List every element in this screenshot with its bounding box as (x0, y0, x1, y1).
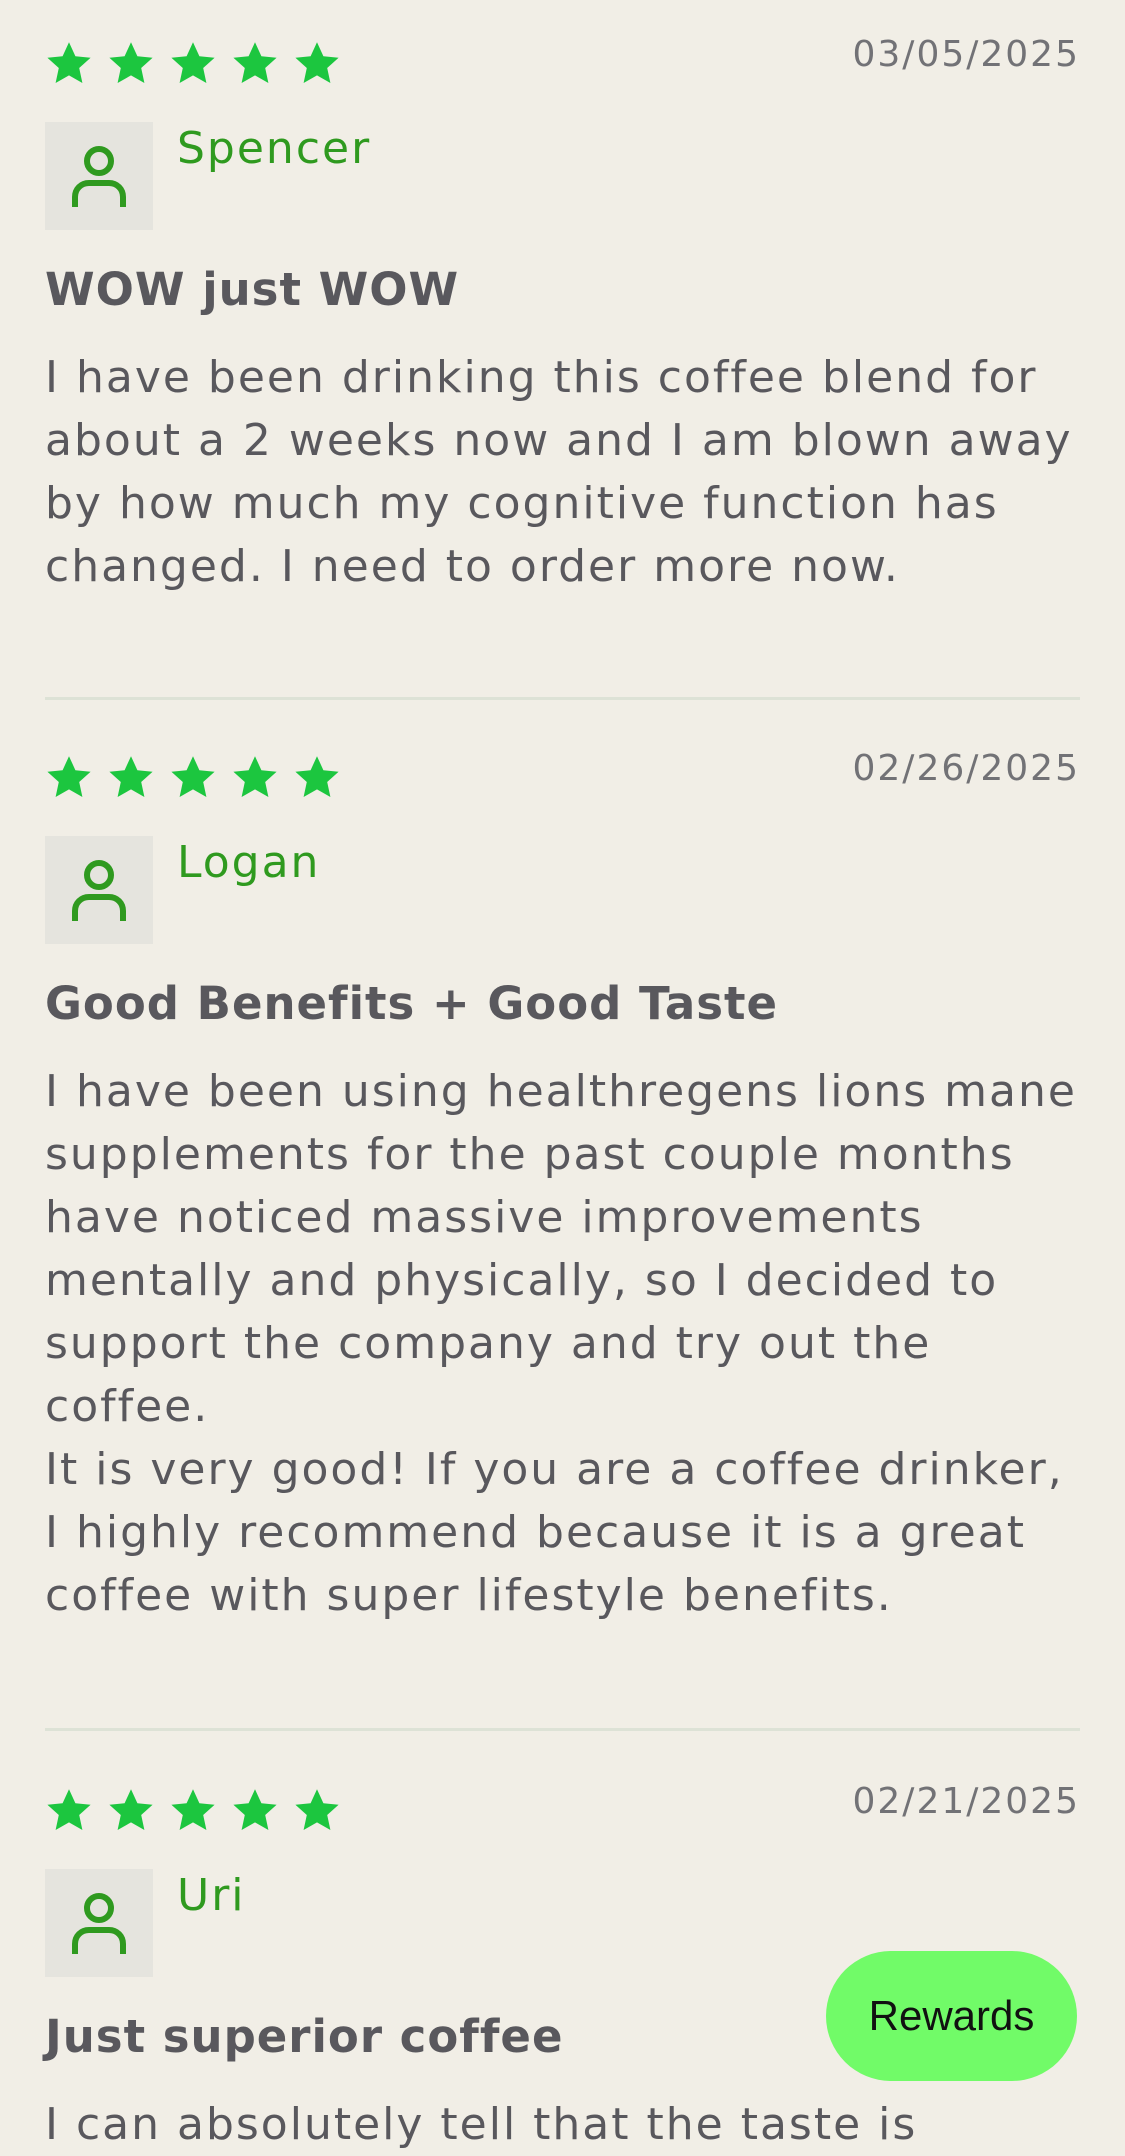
review-body: I have been using healthregens lions man… (45, 1060, 1085, 1627)
star-icon (107, 755, 155, 801)
review-author: Uri (177, 1870, 246, 1921)
review-title: Just superior coffee (45, 2010, 564, 2063)
review-paragraph: I have been using healthregens lions man… (45, 1066, 1077, 1432)
review-paragraph: I have been drinking this coffee blend f… (45, 352, 1073, 592)
star-rating (45, 1788, 341, 1834)
star-icon (45, 755, 93, 801)
star-icon (169, 755, 217, 801)
review-date: 02/26/2025 (852, 748, 1080, 789)
review-item: 02/26/2025 Logan Good Benefits + Good Ta… (45, 700, 1080, 1731)
avatar (45, 836, 153, 944)
review-date: 03/05/2025 (852, 34, 1080, 75)
star-rating (45, 41, 341, 87)
avatar (45, 1869, 153, 1977)
star-icon (107, 41, 155, 87)
star-icon (231, 755, 279, 801)
review-body: I can absolutely tell that the taste is (45, 2093, 1085, 2156)
review-author: Spencer (177, 123, 372, 174)
review-item: 02/21/2025 Uri Just superior coffee I ca… (45, 1731, 1080, 2150)
review-title: Good Benefits + Good Taste (45, 977, 779, 1030)
reviews-list: 03/05/2025 Spencer WOW just WOW I have b… (45, 0, 1080, 2150)
star-icon (231, 41, 279, 87)
review-item: 03/05/2025 Spencer WOW just WOW I have b… (45, 0, 1080, 700)
star-rating (45, 755, 341, 801)
star-icon (107, 1788, 155, 1834)
star-icon (45, 41, 93, 87)
review-body: I have been drinking this coffee blend f… (45, 346, 1085, 598)
review-paragraph: I can absolutely tell that the taste is (45, 2099, 918, 2150)
review-title: WOW just WOW (45, 263, 460, 316)
rewards-button[interactable]: Rewards (826, 1951, 1077, 2081)
avatar (45, 122, 153, 230)
review-paragraph: It is very good! If you are a coffee dri… (45, 1444, 1064, 1621)
star-icon (293, 41, 341, 87)
review-date: 02/21/2025 (852, 1781, 1080, 1822)
star-icon (169, 1788, 217, 1834)
user-icon (72, 1893, 126, 1954)
user-icon (72, 146, 126, 207)
star-icon (45, 1788, 93, 1834)
star-icon (293, 1788, 341, 1834)
star-icon (169, 41, 217, 87)
review-author: Logan (177, 837, 321, 888)
star-icon (293, 755, 341, 801)
star-icon (231, 1788, 279, 1834)
user-icon (72, 860, 126, 921)
